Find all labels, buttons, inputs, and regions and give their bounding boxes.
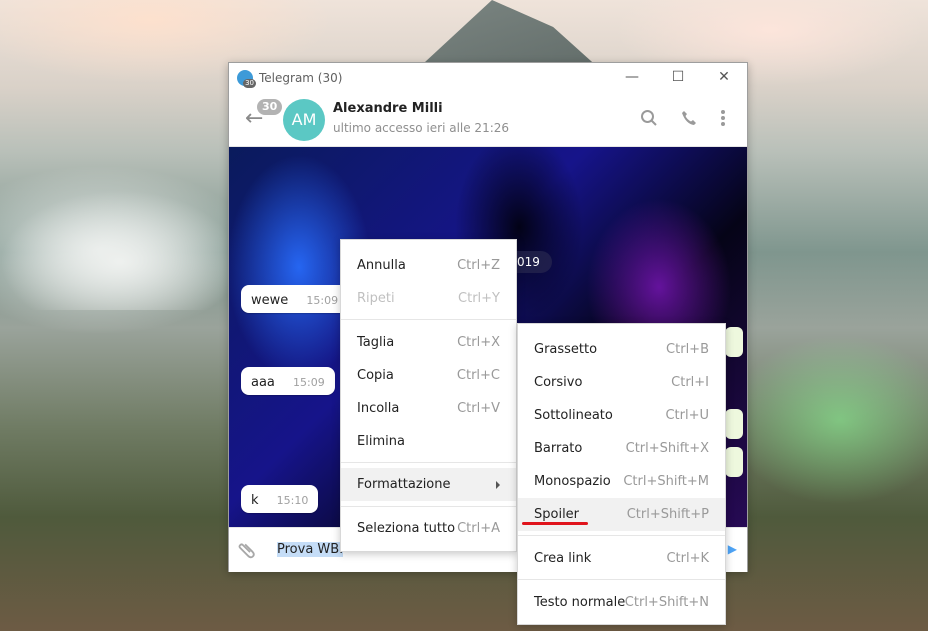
- message-time: 15:09: [306, 294, 339, 307]
- submenu-arrow-icon: [496, 481, 500, 489]
- close-button[interactable]: ✕: [701, 63, 747, 93]
- menu-item-label: Taglia: [357, 335, 395, 350]
- menu-item-label: Corsivo: [534, 375, 583, 390]
- message-bubble[interactable]: aaa 15:09: [241, 367, 335, 395]
- menu-item-incolla[interactable]: Incolla Ctrl+V: [341, 392, 516, 425]
- avatar[interactable]: AM: [283, 99, 325, 141]
- minimize-button[interactable]: —: [609, 63, 655, 93]
- menu-item-seleziona-tutto[interactable]: Seleziona tutto Ctrl+A: [341, 512, 516, 545]
- background-cloud: [0, 190, 240, 310]
- menu-item-shortcut: Ctrl+C: [456, 368, 500, 383]
- menu-item-label: Ripeti: [357, 291, 395, 306]
- menu-item-shortcut: Ctrl+I: [671, 375, 709, 390]
- message-text: aaa: [251, 375, 275, 390]
- minimize-icon: —: [625, 69, 639, 85]
- menu-item-shortcut: Ctrl+Shift+N: [624, 595, 709, 610]
- menu-item-label: Formattazione: [357, 477, 451, 492]
- message-input[interactable]: Prova WBI: [277, 542, 344, 557]
- menu-item-shortcut: Ctrl+X: [457, 335, 500, 350]
- telegram-app-icon: 30: [237, 70, 256, 88]
- menu-item-sottolineato[interactable]: Sottolineato Ctrl+U: [518, 399, 725, 432]
- menu-item-label: Sottolineato: [534, 408, 613, 423]
- menu-item-crea-link[interactable]: Crea link Ctrl+K: [518, 542, 725, 575]
- spoiler-highlight-underline: [522, 522, 588, 525]
- menu-item-label: Monospazio: [534, 474, 611, 489]
- menu-separator: [341, 506, 516, 507]
- message-bubble[interactable]: wewe 15:09: [241, 285, 349, 313]
- menu-item-label: Grassetto: [534, 342, 598, 357]
- menu-item-taglia[interactable]: Taglia Ctrl+X: [341, 326, 516, 359]
- message-bubble[interactable]: k 15:10: [241, 485, 319, 513]
- unread-badge: 30: [257, 99, 283, 115]
- message-time: 15:09: [293, 376, 325, 389]
- menu-item-label: Incolla: [357, 401, 400, 416]
- menu-item-label: Elimina: [357, 434, 405, 449]
- maximize-button[interactable]: ☐: [655, 63, 701, 93]
- menu-item-shortcut: Ctrl+Shift+P: [626, 507, 709, 522]
- menu-item-barrato[interactable]: Barrato Ctrl+Shift+X: [518, 432, 725, 465]
- maximize-icon: ☐: [671, 69, 685, 85]
- menu-item-shortcut: Ctrl+K: [666, 551, 709, 566]
- title-bar[interactable]: 30 Telegram (30) — ☐ ✕: [229, 63, 747, 93]
- menu-item-label: Testo normale: [534, 595, 626, 610]
- menu-separator: [518, 579, 725, 580]
- menu-item-shortcut: Ctrl+Shift+M: [623, 474, 709, 489]
- phone-icon[interactable]: [679, 109, 699, 129]
- menu-item-testo-normale[interactable]: Testo normale Ctrl+Shift+N: [518, 586, 725, 619]
- menu-item-annulla[interactable]: Annulla Ctrl+Z: [341, 249, 516, 282]
- contact-status: ultimo accesso ieri alle 21:26: [333, 121, 510, 135]
- menu-separator: [518, 535, 725, 536]
- contact-name[interactable]: Alexandre Milli: [333, 101, 443, 116]
- app-icon-badge: 30: [243, 79, 256, 88]
- menu-item-shortcut: Ctrl+B: [666, 342, 709, 357]
- message-text: wewe: [251, 293, 289, 308]
- menu-item-copia[interactable]: Copia Ctrl+C: [341, 359, 516, 392]
- chat-header: ← 30 AM Alexandre Milli ultimo accesso i…: [229, 93, 747, 147]
- menu-item-label: Annulla: [357, 258, 406, 273]
- menu-item-label: Crea link: [534, 551, 592, 566]
- menu-separator: [341, 462, 516, 463]
- menu-item-spoiler[interactable]: Spoiler Ctrl+Shift+P: [518, 498, 725, 531]
- message-text: k: [251, 493, 259, 508]
- menu-item-elimina[interactable]: Elimina: [341, 425, 516, 458]
- menu-item-shortcut: Ctrl+U: [665, 408, 709, 423]
- menu-item-shortcut: Ctrl+Z: [457, 258, 500, 273]
- window-title: Telegram (30): [259, 71, 343, 85]
- menu-item-monospazio[interactable]: Monospazio Ctrl+Shift+M: [518, 465, 725, 498]
- menu-item-label: Seleziona tutto: [357, 521, 456, 536]
- menu-item-label: Barrato: [534, 441, 583, 456]
- outgoing-bubble-edge: [725, 447, 743, 477]
- menu-item-label: Copia: [357, 368, 394, 383]
- attach-icon[interactable]: [234, 537, 264, 567]
- more-options-icon[interactable]: [713, 109, 733, 129]
- menu-item-shortcut: Ctrl+A: [457, 521, 500, 536]
- menu-item-shortcut: Ctrl+Y: [458, 291, 500, 306]
- outgoing-bubble-edge: [725, 327, 743, 357]
- close-icon: ✕: [718, 69, 730, 85]
- menu-item-formattazione[interactable]: Formattazione: [341, 468, 516, 501]
- menu-separator: [341, 319, 516, 320]
- context-menu: Annulla Ctrl+Z Ripeti Ctrl+Y Taglia Ctrl…: [340, 239, 517, 552]
- message-time: 15:10: [276, 494, 309, 507]
- menu-item-ripeti[interactable]: Ripeti Ctrl+Y: [341, 282, 516, 315]
- send-icon[interactable]: ▶: [728, 542, 737, 556]
- menu-item-shortcut: Ctrl+V: [457, 401, 500, 416]
- menu-item-shortcut: Ctrl+Shift+X: [625, 441, 709, 456]
- outgoing-bubble-edge: [725, 409, 743, 439]
- search-icon[interactable]: [639, 109, 659, 129]
- formatting-submenu: Grassetto Ctrl+B Corsivo Ctrl+I Sottolin…: [517, 323, 726, 625]
- menu-item-grassetto[interactable]: Grassetto Ctrl+B: [518, 333, 725, 366]
- menu-item-corsivo[interactable]: Corsivo Ctrl+I: [518, 366, 725, 399]
- menu-item-label: Spoiler: [534, 507, 580, 522]
